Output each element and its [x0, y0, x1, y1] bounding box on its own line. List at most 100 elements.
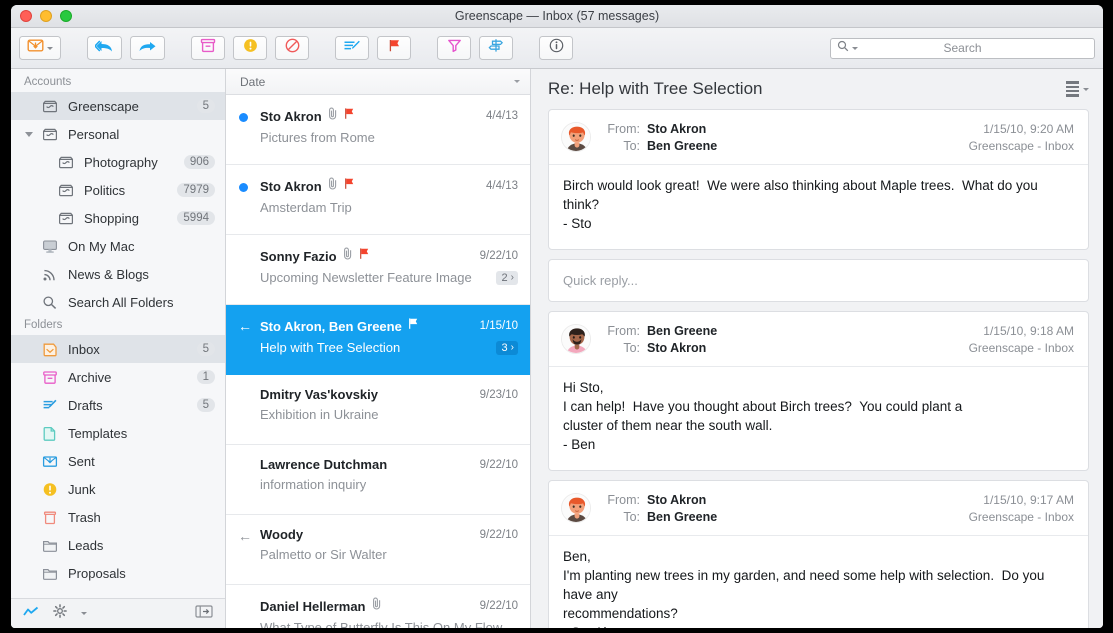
archive-button[interactable] — [191, 36, 225, 60]
message-list-item[interactable]: Sto Akron 4/4/13 Pictures from Rome — [226, 95, 530, 165]
message-fields: From: Ben Greene To: Sto Akron — [602, 323, 717, 357]
forward-arrow-icon — [138, 39, 157, 58]
sidebar-item-on-my-mac[interactable]: On My Mac — [11, 232, 225, 260]
sidebar-item-personal[interactable]: Personal — [11, 120, 225, 148]
chevron-right-icon: › — [510, 272, 514, 283]
message-list-item[interactable]: Sonny Fazio 9/22/10 Upcoming Newsletter … — [226, 235, 530, 305]
funnel-icon — [447, 38, 462, 58]
thread-count-badge[interactable]: 3 › — [495, 340, 518, 355]
gear-icon[interactable] — [53, 604, 67, 623]
message-fields: From: Sto Akron To: Ben Greene — [602, 121, 717, 155]
sidebar-item-inbox[interactable]: Inbox 5 — [11, 335, 225, 363]
thread-message-card[interactable]: From: Sto Akron To: Ben Greene 1/15/10, … — [548, 109, 1089, 250]
edit-draft-button[interactable] — [335, 36, 369, 60]
main-body: Accounts Greenscape 5 Personal Photograph… — [11, 69, 1103, 628]
chevron-down-icon[interactable] — [1083, 87, 1089, 91]
avatar — [561, 122, 591, 152]
message-mailbox: Greenscape - Inbox — [968, 510, 1074, 524]
unread-count-badge: 5 — [196, 398, 215, 412]
search-input[interactable]: Search — [830, 37, 1095, 59]
message-list-item[interactable]: Daniel Hellerman 9/22/10 What Type of Bu… — [226, 585, 530, 628]
activity-chart-icon[interactable] — [23, 605, 39, 623]
sidebar-item-label: Personal — [68, 126, 120, 142]
sidebar-item-proposals[interactable]: Proposals — [11, 559, 225, 587]
sidebar-item-templates[interactable]: Templates — [11, 419, 225, 447]
message-header: From: Ben Greene To: Sto Akron 1/15/10, … — [549, 312, 1088, 366]
message-subject: Upcoming Newsletter Feature Image — [260, 270, 472, 285]
from-value: Sto Akron — [647, 122, 707, 136]
sidebar-item-search-all-folders[interactable]: Search All Folders — [11, 288, 225, 316]
message-list-sort-header[interactable]: Date — [226, 69, 530, 95]
attachment-paperclip-icon — [342, 247, 353, 265]
message-header: From: Sto Akron To: Ben Greene 1/15/10, … — [549, 110, 1088, 164]
filter-button[interactable] — [437, 36, 471, 60]
message-sender: Sto Akron, Ben Greene — [260, 318, 402, 334]
settings-chevron-down-icon[interactable] — [81, 612, 87, 615]
sidebar-item-label: Shopping — [84, 210, 139, 226]
junk-button[interactable] — [233, 36, 267, 60]
message-status-gutter — [238, 597, 260, 628]
window-title: Greenscape — Inbox (57 messages) — [454, 9, 660, 23]
thread-message-card[interactable]: From: Sto Akron To: Ben Greene 1/15/10, … — [548, 480, 1089, 628]
sidebar-scroll-area: Accounts Greenscape 5 Personal Photograph… — [11, 69, 225, 598]
unread-count-badge: 7979 — [177, 183, 215, 197]
search-icon — [39, 295, 61, 310]
search-area: Search — [830, 37, 1095, 59]
unread-count-badge: 5994 — [177, 211, 215, 225]
sidebar-item-politics[interactable]: Politics 7979 — [11, 176, 225, 204]
quick-reply-input[interactable]: Quick reply... — [548, 259, 1089, 302]
rss-icon — [39, 267, 61, 282]
message-date: 9/22/10 — [479, 250, 518, 262]
message-status-gutter — [238, 387, 260, 444]
message-date: 4/4/13 — [486, 110, 518, 122]
message-timestamp: 1/15/10, 9:20 AM — [983, 122, 1074, 136]
unread-count-badge: 5 — [196, 342, 215, 356]
rules-button[interactable] — [479, 36, 513, 60]
list-menu-icon[interactable] — [1066, 81, 1079, 97]
sidebar-item-sent[interactable]: Sent — [11, 447, 225, 475]
from-value: Ben Greene — [647, 324, 718, 338]
forward-button[interactable] — [130, 36, 165, 60]
sidebar-item-photography[interactable]: Photography 906 — [11, 148, 225, 176]
message-list-item[interactable]: Lawrence Dutchman 9/22/10 information in… — [226, 445, 530, 515]
message-subject: information inquiry — [260, 477, 367, 492]
disclosure-triangle-icon[interactable] — [25, 131, 33, 137]
message-timestamp: 1/15/10, 9:18 AM — [983, 324, 1074, 338]
message-list-item[interactable]: Sto Akron 4/4/13 Amsterdam Trip — [226, 165, 530, 235]
unread-indicator-dot — [239, 183, 248, 192]
message-mailbox: Greenscape - Inbox — [968, 341, 1074, 355]
sidebar-item-leads[interactable]: Leads — [11, 531, 225, 559]
message-subject: Pictures from Rome — [260, 130, 375, 145]
sidebar-item-archive[interactable]: Archive 1 — [11, 363, 225, 391]
message-sender: Dmitry Vas'kovskiy — [260, 387, 378, 402]
sidebar-item-news-blogs[interactable]: News & Blogs — [11, 260, 225, 288]
reply-all-button[interactable] — [87, 36, 122, 60]
red-flag-icon — [387, 38, 402, 58]
sidebar-item-trash[interactable]: Trash — [11, 503, 225, 531]
chevron-down-icon[interactable] — [514, 80, 520, 83]
block-button[interactable] — [275, 36, 309, 60]
thread-count-badge[interactable]: 2 › — [495, 270, 518, 285]
sidebar-section-header: Accounts — [24, 76, 72, 88]
thread-message-card[interactable]: From: Ben Greene To: Sto Akron 1/15/10, … — [548, 311, 1089, 471]
sidebar-item-drafts[interactable]: Drafts 5 — [11, 391, 225, 419]
reading-pane-menu-button[interactable] — [1066, 81, 1089, 97]
info-button[interactable] — [539, 36, 573, 60]
signpost-icon — [488, 38, 504, 58]
to-label: To: — [623, 510, 640, 524]
message-list-item[interactable]: ← Sto Akron, Ben Greene 1/15/10 Help wit… — [226, 305, 530, 375]
message-list-item[interactable]: ← Woody 9/22/10 Palmetto or Sir Walter — [226, 515, 530, 585]
message-list-item[interactable]: Dmitry Vas'kovskiy 9/23/10 Exhibition in… — [226, 375, 530, 445]
new-message-button[interactable] — [19, 36, 61, 60]
unread-count-badge: 5 — [196, 99, 215, 113]
reading-pane-header: Re: Help with Tree Selection — [531, 69, 1103, 109]
toggle-panel-icon[interactable] — [195, 604, 213, 623]
to-value: Ben Greene — [647, 510, 718, 524]
message-meta: 1/15/10, 9:20 AM Greenscape - Inbox — [969, 121, 1074, 155]
message-list: Date Sto Akron 4/4/13 Pictures from Rome… — [226, 69, 531, 628]
sidebar-item-junk[interactable]: Junk — [11, 475, 225, 503]
sidebar-item-greenscape[interactable]: Greenscape 5 — [11, 92, 225, 120]
flag-button[interactable] — [377, 36, 411, 60]
message-date: 9/23/10 — [479, 388, 518, 401]
sidebar-item-shopping[interactable]: Shopping 5994 — [11, 204, 225, 232]
